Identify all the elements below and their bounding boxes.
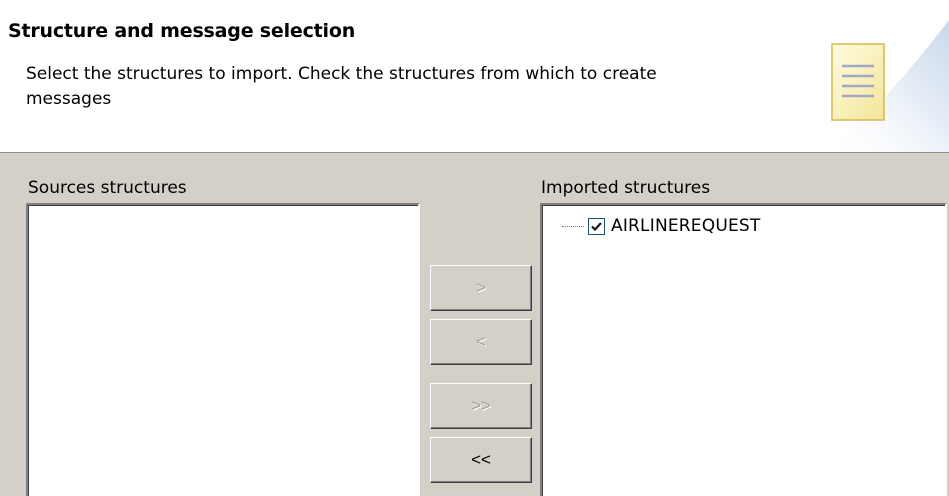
wizard-page-icon xyxy=(820,20,949,152)
sources-structures-list[interactable] xyxy=(26,203,420,496)
imported-structures-tree[interactable]: AIRLINEREQUEST xyxy=(540,203,947,496)
add-all-button[interactable]: >> xyxy=(430,383,532,429)
tree-connector-line xyxy=(562,225,584,227)
add-button[interactable]: > xyxy=(430,265,532,311)
imported-structures-label: Imported structures xyxy=(541,178,711,198)
tree-item-airlinerequest[interactable]: AIRLINEREQUEST xyxy=(562,213,761,239)
page-title: Structure and message selection xyxy=(8,20,356,42)
sources-structures-label: Sources structures xyxy=(28,178,187,198)
wizard-header: Structure and message selection Select t… xyxy=(0,0,949,153)
checkmark-icon xyxy=(591,221,602,231)
remove-all-button[interactable]: << xyxy=(430,437,532,483)
tree-item-label: AIRLINEREQUEST xyxy=(611,216,761,236)
checkbox[interactable] xyxy=(588,217,605,235)
page-description: Select the structures to import. Check t… xyxy=(26,64,657,109)
remove-button[interactable]: < xyxy=(430,319,532,365)
